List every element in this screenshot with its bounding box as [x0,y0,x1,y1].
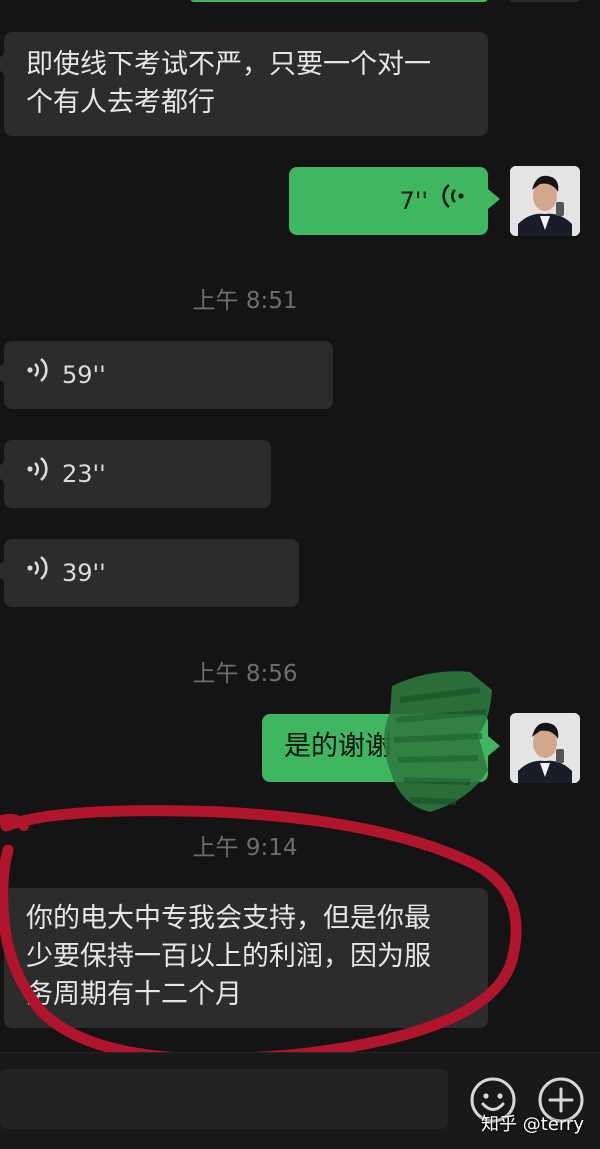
previous-avatar[interactable] [510,0,580,2]
voice-duration: 7'' [399,187,428,215]
voice-wave-icon [26,455,48,493]
incoming-voice-message[interactable]: 39'' [0,539,299,607]
message-line: 少要保持一百以上的利润，因为服 [26,941,431,972]
timestamp: 上午 9:14 [192,835,298,861]
incoming-message[interactable]: 你的电大中专我会支持，但是你最 少要保持一百以上的利润，因为服 务周期有十二个月 [0,888,488,1028]
chat-area: 即使线下考试不严，只要一个对一 个有人去考都行 7'' 上午 8:51 59''… [0,0,600,1052]
incoming-voice-message[interactable]: 59'' [0,341,333,409]
timestamp: 上午 8:56 [192,661,298,687]
voice-duration: 59'' [62,361,106,389]
voice-duration: 23'' [62,460,106,488]
message-input[interactable] [0,1069,448,1129]
message-line: 个有人去考都行 [26,87,215,118]
outgoing-voice-message[interactable]: 7'' [289,167,500,235]
message-line: 务周期有十二个月 [26,979,242,1010]
incoming-voice-message[interactable]: 23'' [0,440,271,508]
avatar[interactable] [510,713,580,783]
message-line: 即使线下考试不严，只要一个对一 [26,49,431,80]
incoming-message[interactable]: 即使线下考试不严，只要一个对一 个有人去考都行 [0,32,488,136]
message-text: 是的谢谢 [284,731,392,762]
voice-duration: 39'' [62,559,106,587]
voice-wave-icon [442,182,466,220]
voice-wave-icon [26,356,48,394]
message-line: 你的电大中专我会支持，但是你最 [26,903,431,934]
voice-wave-icon [26,554,48,592]
timestamp: 上午 8:51 [192,288,298,314]
avatar[interactable] [510,166,580,236]
previous-message-bubble[interactable] [190,0,488,2]
outgoing-message[interactable]: 是的谢谢 [262,714,500,782]
watermark: 知乎 @terry [481,1114,584,1135]
